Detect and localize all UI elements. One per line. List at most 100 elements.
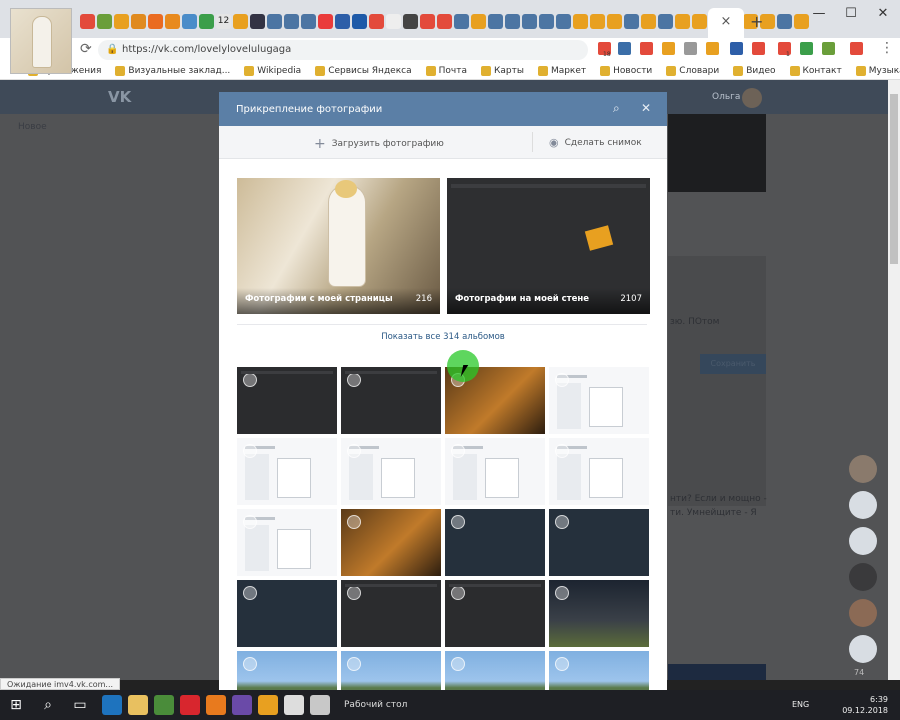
upload-photo-button[interactable]: + Загрузить фотографию [314,136,444,152]
pinned-tab[interactable] [369,14,384,29]
pinned-tab[interactable] [590,14,605,29]
left-menu-item[interactable]: Новое [18,122,47,132]
bookmark-item[interactable]: Контакт [789,65,842,76]
pinned-tab[interactable] [454,14,469,29]
select-checkbox[interactable] [555,444,569,458]
app-icon[interactable] [310,695,330,715]
album-wall-photos[interactable]: Фотографии на моей стене 2107 [447,178,650,314]
pinned-tab[interactable] [335,14,350,29]
photo-thumbnail[interactable] [445,651,545,692]
app-icon[interactable] [284,695,304,715]
pinned-tab[interactable] [199,14,214,29]
avatar[interactable] [849,599,877,627]
edge-icon[interactable] [102,695,122,715]
select-checkbox[interactable] [243,657,257,671]
active-tab[interactable]: × [708,8,744,38]
photo-thumbnail[interactable] [549,367,649,434]
extension-icon[interactable] [640,42,653,55]
reload-icon[interactable]: ⟳ [80,41,92,57]
pinned-tab[interactable] [301,14,316,29]
vk-logo[interactable]: VK [108,88,131,106]
select-checkbox[interactable] [347,373,361,387]
bookmark-item[interactable]: Музыка [855,65,900,76]
bookmark-item[interactable]: Сервисы Яндекса [315,65,412,76]
close-window-button[interactable]: ✕ [868,6,898,21]
pinned-tab[interactable] [505,14,520,29]
tab-close-icon[interactable]: × [721,14,732,29]
photo-thumbnail[interactable] [549,580,649,647]
avatar[interactable] [849,635,877,663]
bookmark-item[interactable]: Видео [733,65,776,76]
pinned-tab[interactable] [420,14,435,29]
bookmark-item[interactable]: Почта [425,65,467,76]
pinned-tab[interactable] [777,14,792,29]
pinned-tab[interactable] [386,14,401,29]
select-checkbox[interactable] [451,586,465,600]
select-checkbox[interactable] [347,657,361,671]
opera-icon[interactable] [180,695,200,715]
select-checkbox[interactable] [555,586,569,600]
pinned-tab[interactable] [318,14,333,29]
photo-thumbnail[interactable] [237,580,337,647]
photo-thumbnail[interactable] [549,509,649,576]
page-scrollbar[interactable] [888,80,900,680]
user-name[interactable]: Ольга [712,92,740,102]
select-checkbox[interactable] [451,515,465,529]
show-all-albums-link[interactable]: Показать все 314 альбомов [219,332,667,342]
close-icon[interactable]: ✕ [641,101,651,115]
select-checkbox[interactable] [555,373,569,387]
menu-icon[interactable]: ⋮ [880,40,894,56]
photo-thumbnail[interactable] [341,509,441,576]
pinned-tab[interactable] [267,14,282,29]
pinned-tab[interactable] [284,14,299,29]
extension-icon[interactable] [662,42,675,55]
pinned-tab[interactable] [641,14,656,29]
app-icon[interactable] [232,695,252,715]
pinned-tab[interactable] [182,14,197,29]
select-checkbox[interactable] [243,586,257,600]
new-tab-button[interactable]: + [750,12,763,31]
select-checkbox[interactable] [243,373,257,387]
extension-icon[interactable] [706,42,719,55]
photo-thumbnail[interactable] [445,509,545,576]
select-checkbox[interactable] [243,444,257,458]
select-checkbox[interactable] [347,586,361,600]
select-checkbox[interactable] [451,657,465,671]
pinned-tab[interactable] [437,14,452,29]
windows-start-icon[interactable]: ⊞ [0,697,32,713]
pinned-tab[interactable] [539,14,554,29]
select-checkbox[interactable] [243,515,257,529]
select-checkbox[interactable] [555,515,569,529]
select-checkbox[interactable] [347,515,361,529]
pinned-tab[interactable] [658,14,673,29]
pinned-tab[interactable] [233,14,248,29]
extension-icon[interactable] [850,42,863,55]
pinned-tab[interactable] [165,14,180,29]
url-bar[interactable]: 🔒 https://vk.com/lovelylovelulugaga ★ [98,40,675,60]
desktop-toolbar-label[interactable]: Рабочий стол [344,700,407,710]
task-view-icon[interactable]: ▭ [64,697,96,713]
select-checkbox[interactable] [347,444,361,458]
bookmark-item[interactable]: Словари [666,65,719,76]
photo-thumbnail[interactable] [445,438,545,505]
album-profile-photos[interactable]: Фотографии с моей страницы 216 [237,178,440,314]
extension-icon[interactable] [684,42,697,55]
bookmark-item[interactable]: Карты [480,65,524,76]
photo-thumbnail[interactable] [237,509,337,576]
pinned-tab[interactable] [131,14,146,29]
language-indicator[interactable]: ENG [792,700,809,709]
minimize-button[interactable]: — [804,6,834,21]
pinned-tab[interactable] [556,14,571,29]
photo-thumbnail[interactable] [341,367,441,434]
photo-thumbnail[interactable] [237,651,337,692]
bookmark-item[interactable]: Маркет [537,65,586,76]
photo-thumbnail[interactable] [445,580,545,647]
app-icon[interactable] [258,695,278,715]
save-button[interactable]: Сохранить [700,354,766,374]
avatar[interactable] [849,527,877,555]
bookmark-item[interactable]: Wikipedia [244,65,301,76]
search-icon[interactable]: ⌕ [32,697,64,713]
photo-thumbnail[interactable] [341,651,441,692]
pinned-tab[interactable]: 12 [216,14,231,29]
pinned-tab[interactable] [488,14,503,29]
